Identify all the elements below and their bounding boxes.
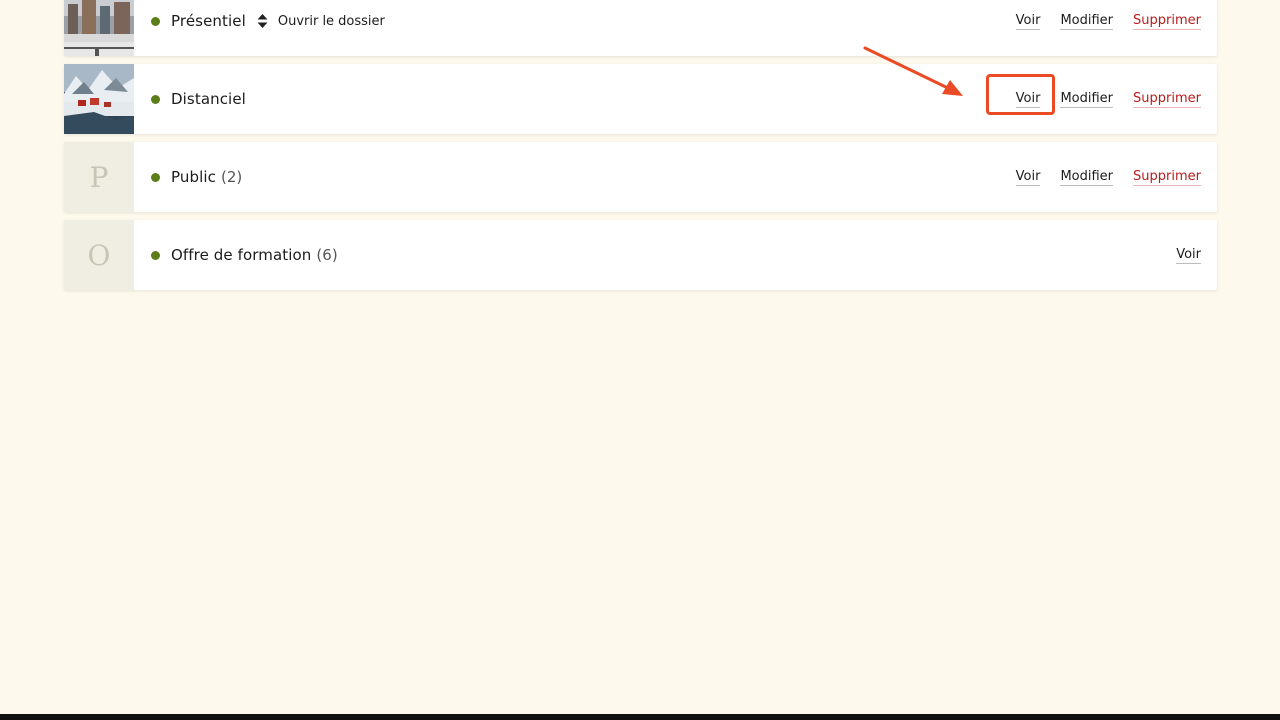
item-count: (2) [221, 168, 243, 186]
status-dot [151, 94, 160, 104]
view-link[interactable]: Voir [1015, 91, 1041, 108]
status-dot [151, 250, 160, 260]
list-item-offre-de-formation[interactable]: O Offre de formation (6) Voir [64, 220, 1217, 290]
bottom-bar [0, 714, 1280, 720]
row-title[interactable]: Distanciel [171, 90, 246, 108]
delete-link[interactable]: Supprimer [1133, 91, 1201, 108]
delete-link[interactable]: Supprimer [1133, 13, 1201, 30]
row-actions: Voir Modifier Supprimer [996, 0, 1201, 56]
edit-link[interactable]: Modifier [1060, 13, 1114, 30]
item-count: (6) [316, 246, 338, 264]
open-folder-button[interactable]: Ouvrir le dossier [278, 14, 385, 29]
row-title[interactable]: Présentiel [171, 12, 246, 30]
thumbnail-letter: O [64, 220, 134, 290]
view-link[interactable]: Voir [1015, 169, 1041, 186]
thumbnail-letter: P [64, 142, 134, 212]
view-link[interactable]: Voir [1015, 13, 1041, 30]
delete-link[interactable]: Supprimer [1133, 169, 1201, 186]
row-actions: Voir Modifier Supprimer [996, 142, 1201, 212]
row-title[interactable]: Offre de formation [171, 246, 311, 264]
thumbnail-image [64, 64, 134, 134]
folder-list: Présentiel Ouvrir le dossier Voir Modifi… [64, 0, 1217, 298]
edit-link[interactable]: Modifier [1060, 91, 1114, 108]
status-dot [151, 16, 160, 26]
row-actions: Voir Modifier Supprimer [996, 64, 1201, 134]
row-actions: Voir [1156, 220, 1201, 290]
edit-link[interactable]: Modifier [1060, 169, 1114, 186]
row-title[interactable]: Public [171, 168, 216, 186]
list-item-distanciel[interactable]: Distanciel Voir Modifier Supprimer [64, 64, 1217, 134]
status-dot [151, 172, 160, 182]
sort-updown-icon[interactable] [257, 13, 268, 29]
list-item-public[interactable]: P Public (2) Voir Modifier Supprimer [64, 142, 1217, 212]
thumbnail-image [64, 0, 134, 56]
view-link[interactable]: Voir [1176, 247, 1201, 264]
list-item-presentiel[interactable]: Présentiel Ouvrir le dossier Voir Modifi… [64, 0, 1217, 56]
